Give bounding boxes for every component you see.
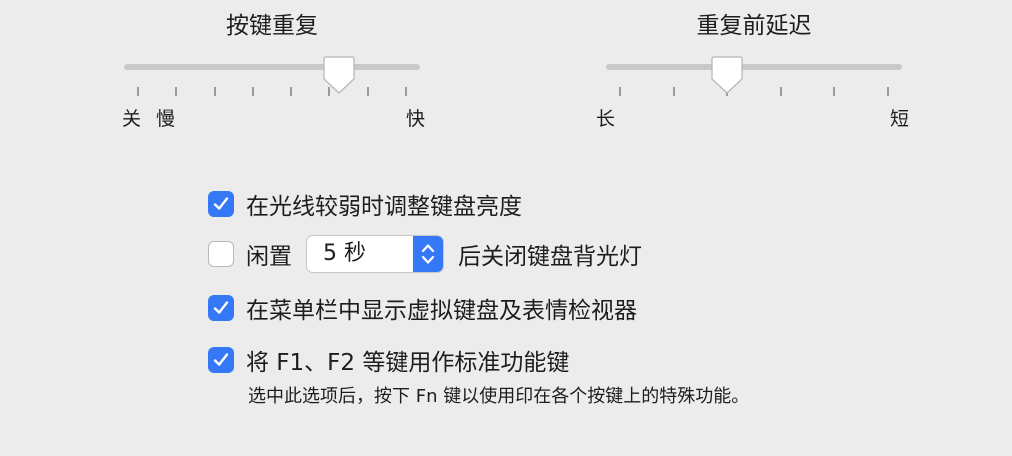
delay-slider-track[interactable] [606,64,902,70]
checkmark-icon [213,301,229,314]
slider-tick [290,87,293,96]
backlight-off-suffix-label: 后关闭键盘背光灯 [458,244,642,270]
slider-tick [405,87,407,96]
show-viewer-option[interactable]: 在菜单栏中显示虚拟键盘及表情检视器 [208,291,637,325]
delay-long-label: 长 [596,108,616,130]
show-viewer-checkbox[interactable] [208,295,234,321]
key-repeat-off-label: 关 [122,108,142,130]
key-repeat-slow-label: 慢 [156,108,176,130]
function-keys-option[interactable]: 将 F1、F2 等键用作标准功能键 [208,343,569,377]
key-repeat-slider-thumb[interactable] [322,55,356,95]
idle-label: 闲置 [246,244,292,270]
checkmark-icon [213,353,229,366]
slider-tick [833,87,836,96]
stepper-arrows-icon[interactable] [413,236,443,272]
slider-tick [366,87,369,96]
key-repeat-title: 按键重复 [226,13,318,39]
delay-until-repeat-title: 重复前延迟 [696,13,812,39]
slider-tick [619,87,621,96]
slider-tick [175,87,178,96]
slider-tick [251,87,254,96]
idle-duration-select[interactable]: 5 秒 [306,235,444,273]
checkmark-icon [213,197,229,210]
delay-slider-thumb[interactable] [710,55,744,95]
slider-tick [887,87,889,96]
show-viewer-label: 在菜单栏中显示虚拟键盘及表情检视器 [246,298,637,324]
slider-tick [672,87,675,96]
slider-tick [213,87,216,96]
key-repeat-fast-label: 快 [406,108,426,130]
idle-duration-value: 5 秒 [323,241,366,266]
slider-tick [137,87,139,96]
key-repeat-slider-track[interactable] [124,64,420,70]
adjust-brightness-label: 在光线较弱时调整键盘亮度 [246,194,522,220]
backlight-off-checkbox[interactable] [208,241,234,267]
function-keys-label: 将 F1、F2 等键用作标准功能键 [246,350,570,376]
delay-short-label: 短 [890,108,910,130]
slider-tick [779,87,782,96]
adjust-brightness-option[interactable]: 在光线较弱时调整键盘亮度 [208,187,522,221]
adjust-brightness-checkbox[interactable] [208,191,234,217]
function-keys-note: 选中此选项后，按下 Fn 键以使用印在各个按键上的特殊功能。 [248,386,750,407]
function-keys-checkbox[interactable] [208,347,234,373]
backlight-off-option[interactable]: 闲置 5 秒 后关闭键盘背光灯 [208,235,642,273]
